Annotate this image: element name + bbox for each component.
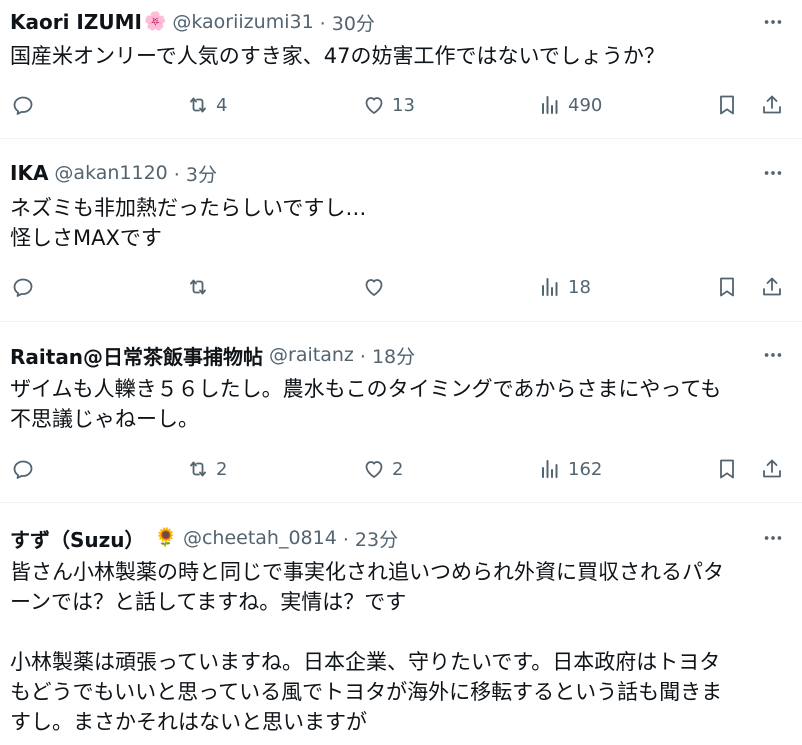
like-count: 13 (392, 94, 415, 116)
tweet-header: Kaori IZUMI 🌸 @kaoriizumi31 · 30分 (10, 7, 375, 37)
bookmark-icon (720, 95, 734, 115)
timestamp[interactable]: · 3分 (174, 160, 217, 187)
more-icon[interactable] (760, 525, 786, 551)
views-button[interactable]: 162 (538, 454, 602, 484)
like-count: 2 (392, 458, 404, 480)
retweet-count: 4 (216, 94, 228, 116)
bookmark-icon (720, 459, 734, 479)
tweet-text: 国産米オンリーで人気のすき家、47の妨害工作ではないでしょうか？ (10, 44, 665, 68)
author-handle[interactable]: @raitanz (269, 344, 354, 366)
heart-icon (365, 97, 383, 114)
tweet-text: 皆さん小林製薬の時と同じで事実化され追いつめられ外資に買収されるパタ ーンでは？… (10, 560, 724, 734)
more-icon[interactable] (760, 9, 786, 35)
action-bar: 18 (0, 272, 802, 302)
timestamp[interactable]: · 18分 (360, 342, 415, 369)
like-button[interactable]: 13 (362, 90, 415, 120)
like-button[interactable]: 2 (362, 454, 403, 484)
share-button[interactable] (760, 272, 784, 302)
author-handle[interactable]: @kaoriizumi31 (172, 11, 313, 33)
tweet[interactable]: すず（Suzu） 🌻 @cheetah_0814 · 23分 皆さん小林製薬の時… (0, 503, 802, 745)
views-icon (542, 278, 558, 296)
action-bar: 4 13 490 (0, 90, 802, 120)
like-button[interactable] (362, 272, 392, 302)
retweet-icon (190, 279, 206, 295)
bookmark-icon (720, 277, 734, 297)
reply-button[interactable] (11, 454, 41, 484)
retweet-button[interactable] (186, 272, 216, 302)
tweet-text: ネズミも非加熱だったらしいですし… 怪しさMAXです (10, 196, 367, 250)
reply-button[interactable] (11, 90, 41, 120)
timestamp[interactable]: · 30分 (320, 9, 375, 36)
bookmark-button[interactable] (715, 454, 739, 484)
retweet-icon (190, 461, 206, 477)
views-icon (542, 460, 558, 478)
share-icon (763, 95, 781, 114)
tweet-header: Raitan@日常茶飯事捕物帖 @raitanz · 18分 (10, 340, 415, 370)
share-icon (763, 459, 781, 478)
views-count: 18 (568, 276, 591, 298)
more-icon[interactable] (760, 342, 786, 368)
views-count: 162 (568, 458, 603, 480)
share-button[interactable] (760, 90, 784, 120)
author-name[interactable]: Raitan@日常茶飯事捕物帖 (10, 341, 263, 370)
heart-icon (365, 279, 383, 296)
author-handle[interactable]: @cheetah_0814 (183, 527, 337, 549)
retweet-icon (190, 97, 206, 113)
cherry-blossom-icon: 🌸 (143, 11, 167, 32)
tweet-header: IKA @akan1120 · 3分 (10, 158, 217, 188)
tweet[interactable]: IKA @akan1120 · 3分 ネズミも非加熱だったらしいですし… 怪しさ… (0, 139, 802, 322)
tweet[interactable]: Kaori IZUMI 🌸 @kaoriizumi31 · 30分 国産米オンリ… (0, 0, 802, 139)
views-count: 490 (568, 94, 603, 116)
action-bar: 2 2 162 (0, 454, 802, 484)
views-button[interactable]: 18 (538, 272, 591, 302)
reply-button[interactable] (11, 272, 41, 302)
reply-icon (13, 278, 33, 297)
reply-icon (13, 96, 33, 115)
author-handle[interactable]: @akan1120 (54, 162, 167, 184)
author-name[interactable]: IKA (10, 161, 48, 185)
timestamp[interactable]: · 23分 (343, 525, 398, 552)
sunflower-icon: 🌻 (154, 527, 177, 548)
reply-icon (13, 460, 33, 479)
tweet-text: ザイムも人轢き５６したし。農水もこのタイミングであからさまにやっても 不思議じゃ… (10, 377, 722, 431)
author-name[interactable]: すず（Suzu） (10, 524, 145, 553)
share-icon (763, 277, 781, 296)
share-button[interactable] (760, 454, 784, 484)
tweet-header: すず（Suzu） 🌻 @cheetah_0814 · 23分 (10, 523, 398, 553)
retweet-count: 2 (216, 458, 228, 480)
views-icon (542, 96, 558, 114)
more-icon[interactable] (760, 160, 786, 186)
retweet-button[interactable]: 4 (186, 90, 227, 120)
bookmark-button[interactable] (715, 90, 739, 120)
retweet-button[interactable]: 2 (186, 454, 227, 484)
tweet[interactable]: Raitan@日常茶飯事捕物帖 @raitanz · 18分 ザイムも人轢き５６… (0, 322, 802, 503)
author-name[interactable]: Kaori IZUMI (10, 10, 142, 34)
bookmark-button[interactable] (715, 272, 739, 302)
heart-icon (365, 461, 383, 478)
views-button[interactable]: 490 (538, 90, 602, 120)
